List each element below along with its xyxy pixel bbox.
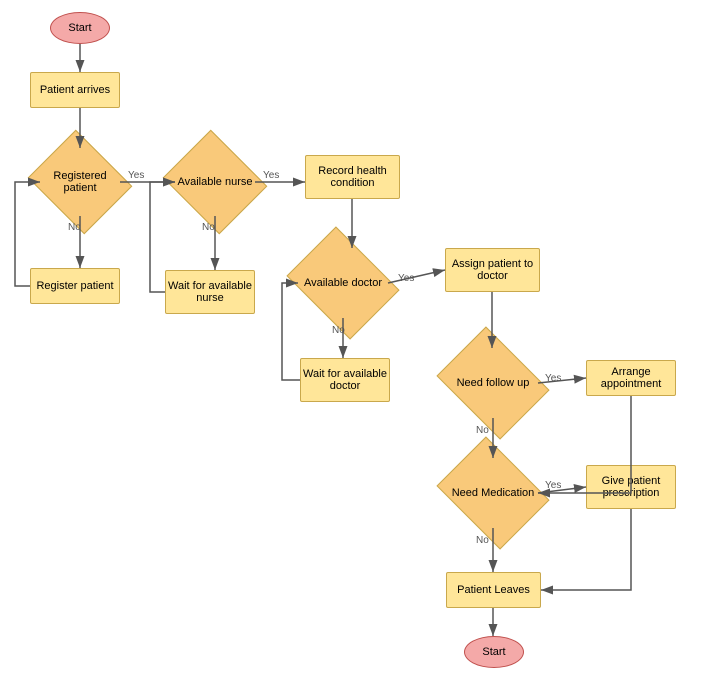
wait-nurse-node: Wait for available nurse	[165, 270, 255, 314]
label-no-medication: No	[476, 535, 489, 546]
label-yes-doctor: Yes	[398, 273, 414, 284]
start-node: Start	[50, 12, 110, 44]
label-no-doctor: No	[332, 325, 345, 336]
label-no-nurse: No	[202, 222, 215, 233]
give-prescription-node: Give patient prescription	[586, 465, 676, 509]
label-yes-medication: Yes	[545, 480, 561, 491]
assign-doctor-node: Assign patient to doctor	[445, 248, 540, 292]
need-followup-node: Need follow up	[448, 348, 538, 418]
label-no-followup: No	[476, 425, 489, 436]
end-node: Start	[464, 636, 524, 668]
registered-patient-node: Registered patient	[40, 148, 120, 216]
need-medication-node: Need Medication	[448, 458, 538, 528]
patient-arrives-node: Patient arrives	[30, 72, 120, 108]
label-yes-registered: Yes	[128, 170, 144, 181]
record-health-node: Record health condition	[305, 155, 400, 199]
label-no-registered: No	[68, 222, 81, 233]
flowchart: Start Patient arrives Registered patient…	[0, 0, 709, 693]
label-yes-followup: Yes	[545, 373, 561, 384]
wait-doctor-node: Wait for available doctor	[300, 358, 390, 402]
available-doctor-node: Available doctor	[298, 248, 388, 318]
register-patient-node: Register patient	[30, 268, 120, 304]
arrange-appointment-node: Arrange appointment	[586, 360, 676, 396]
available-nurse-node: Available nurse	[175, 148, 255, 216]
patient-leaves-node: Patient Leaves	[446, 572, 541, 608]
label-yes-nurse: Yes	[263, 170, 279, 181]
